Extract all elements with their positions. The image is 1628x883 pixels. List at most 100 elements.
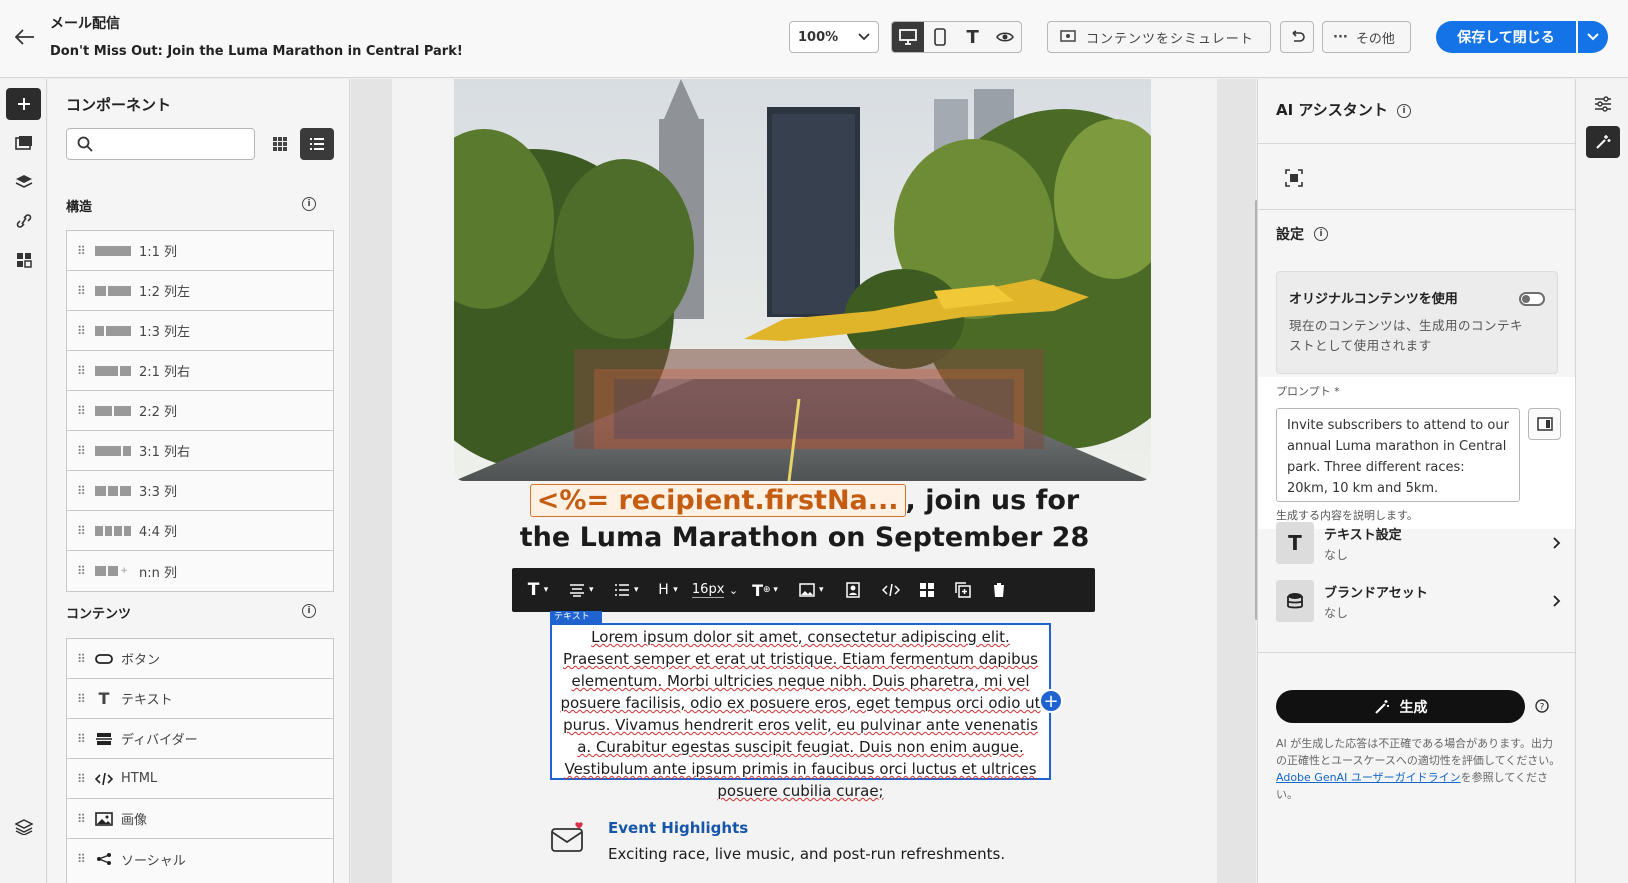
zoom-select[interactable]: 100%: [789, 21, 879, 53]
text-settings-row[interactable]: T テキスト設定 なし: [1276, 520, 1561, 566]
info-icon[interactable]: i: [302, 197, 316, 211]
prompt-textarea[interactable]: Invite subscribers to attend to our annu…: [1276, 408, 1520, 502]
component-search-input[interactable]: [66, 128, 255, 160]
content-list: ⠿ ボタン ⠿ T テキスト ⠿ ディバイダー ⠿ HTML ⠿ 画像 ⠿ ソー…: [66, 638, 334, 883]
ai-assistant-icon[interactable]: [1586, 126, 1620, 158]
structure-item-label: 3:3 列: [139, 485, 178, 500]
preview-eye-icon[interactable]: [989, 22, 1021, 52]
fragments-icon[interactable]: [6, 244, 41, 276]
text-style-icon[interactable]: T ▾: [518, 568, 558, 612]
text-format-toolbar: T ▾ ▾ ▾ H ▾ 16px ⌄ T ⊕ ▾ ▾: [512, 568, 1095, 612]
content-heading: コンテンツ: [66, 607, 132, 622]
content-item-label: 画像: [121, 813, 148, 828]
app-title: メール配信: [50, 16, 120, 32]
structure-item-1-2[interactable]: ⠿ 1:2 列左: [67, 271, 333, 311]
column-layout-icon: [95, 525, 131, 536]
drag-handle-icon: ⠿: [77, 523, 86, 538]
structure-item-label: 4:4 列: [139, 525, 178, 540]
drag-handle-icon: ⠿: [77, 243, 86, 258]
info-icon[interactable]: i: [302, 604, 316, 618]
genai-guidelines-link[interactable]: Adobe GenAI ユーザーガイドライン: [1276, 771, 1461, 784]
more-button[interactable]: ··· その他: [1322, 21, 1411, 53]
brand-assets-row[interactable]: ブランドアセット なし: [1276, 578, 1561, 624]
properties-sliders-icon[interactable]: [1588, 89, 1618, 119]
components-panel: コンポーネント 構造 i ⠿ 1:1 列 ⠿ 1:2 列左 ⠿ 1:3 列左 ⠿ 2:1…: [48, 79, 350, 883]
generate-button[interactable]: 生成: [1276, 690, 1525, 723]
content-item-image[interactable]: ⠿ 画像: [67, 799, 333, 839]
link-icon[interactable]: [6, 205, 41, 237]
prompt-section: プロンプト * Invite subscribers to attend to …: [1258, 377, 1575, 529]
select-parent-icon[interactable]: [910, 568, 944, 612]
original-content-toggle[interactable]: [1519, 292, 1545, 306]
focus-frame-icon[interactable]: [1285, 169, 1303, 191]
column-layout-icon: [95, 325, 131, 336]
email-canvas: <%= recipient.firstNa..., join us for th…: [351, 79, 1256, 883]
save-and-close-button[interactable]: 保存して閉じる: [1436, 21, 1576, 53]
add-block-icon[interactable]: +: [1039, 689, 1063, 713]
body-text-block[interactable]: Lorem ipsum dolor sit amet, consectetur …: [550, 623, 1051, 800]
content-item-social[interactable]: ⠿ ソーシャル: [67, 839, 333, 879]
layers-bottom-icon[interactable]: [6, 811, 41, 843]
content-item-label: HTML: [121, 771, 158, 786]
brand-assets-label: ブランドアセット: [1324, 585, 1428, 601]
required-marker: *: [1334, 385, 1340, 398]
help-icon[interactable]: ?: [1535, 699, 1549, 717]
grid-view-icon[interactable]: [265, 128, 295, 160]
layers-icon[interactable]: [6, 166, 41, 198]
column-layout-icon: [95, 445, 131, 456]
envelope-heart-icon: [551, 822, 583, 852]
code-icon[interactable]: [872, 568, 910, 612]
text-icon: T: [98, 689, 110, 708]
content-item-divider[interactable]: ⠿ ディバイダー: [67, 719, 333, 759]
desktop-view-icon[interactable]: [892, 22, 925, 52]
heading-select[interactable]: H ▾: [648, 568, 688, 612]
drag-handle-icon: ⠿: [77, 564, 86, 578]
content-item-text[interactable]: ⠿ T テキスト: [67, 679, 333, 719]
mobile-view-icon[interactable]: [924, 22, 956, 52]
personalization-token[interactable]: <%= recipient.firstNa...: [529, 484, 906, 517]
email-heading-line2[interactable]: the Luma Marathon on September 28: [392, 522, 1217, 553]
structure-item-2-2[interactable]: ⠿ 2:2 列: [67, 391, 333, 431]
info-icon[interactable]: i: [1314, 227, 1328, 241]
content-item-label: ディバイダー: [121, 733, 198, 748]
add-icon[interactable]: [6, 88, 41, 120]
structure-item-2-1[interactable]: ⠿ 2:1 列右: [67, 351, 333, 391]
info-icon[interactable]: i: [1397, 104, 1411, 118]
duplicate-icon[interactable]: [944, 568, 982, 612]
font-size-select[interactable]: 16px ⌄: [688, 568, 742, 612]
email-heading[interactable]: <%= recipient.firstNa..., join us for: [392, 484, 1217, 517]
content-item-button[interactable]: ⠿ ボタン: [67, 639, 333, 679]
undo-button[interactable]: [1280, 21, 1314, 53]
back-arrow-icon[interactable]: [10, 22, 40, 52]
delete-icon[interactable]: [982, 568, 1016, 612]
chevron-right-icon: [1553, 595, 1561, 607]
assets-icon[interactable]: [6, 127, 41, 159]
text-view-icon[interactable]: T: [957, 22, 989, 52]
save-dropdown-button[interactable]: [1578, 21, 1608, 53]
list-format-icon[interactable]: ▾: [604, 568, 648, 612]
ai-assistant-panel: AI アシスタント i 設定 i オリジナルコンテンツを使用 現在のコンテンツは…: [1257, 79, 1575, 883]
column-layout-icon: [95, 245, 131, 256]
structure-item-1-3[interactable]: ⠿ 1:3 列左: [67, 311, 333, 351]
align-icon[interactable]: ▾: [558, 568, 604, 612]
hero-image[interactable]: [454, 79, 1151, 481]
drag-handle-icon: ⠿: [77, 323, 86, 338]
structure-item-label: 2:1 列右: [139, 365, 191, 380]
social-icon: [97, 853, 111, 865]
content-item-label: ボタン: [121, 653, 161, 668]
simulate-content-button[interactable]: コンテンツをシミュレート: [1047, 21, 1271, 53]
asset-icon[interactable]: [834, 568, 872, 612]
list-view-icon[interactable]: [300, 128, 334, 160]
structure-item-3-3[interactable]: ⠿ 3:3 列: [67, 471, 333, 511]
column-layout-icon: [95, 365, 131, 376]
event-description: Exciting race, live music, and post-run …: [608, 845, 1006, 863]
structure-item-1-1[interactable]: ⠿ 1:1 列: [67, 231, 333, 271]
content-item-html[interactable]: ⠿ HTML: [67, 759, 333, 799]
image-insert-icon[interactable]: ▾: [788, 568, 834, 612]
structure-item-label: 1:1 列: [139, 245, 178, 260]
prompt-library-button[interactable]: [1528, 408, 1561, 440]
structure-item-3-1[interactable]: ⠿ 3:1 列右: [67, 431, 333, 471]
structure-item-4-4[interactable]: ⠿ 4:4 列: [67, 511, 333, 551]
personalize-text-icon[interactable]: T ⊕ ▾: [742, 568, 788, 612]
structure-item-n-n[interactable]: ⠿ + n:n 列: [67, 551, 333, 591]
